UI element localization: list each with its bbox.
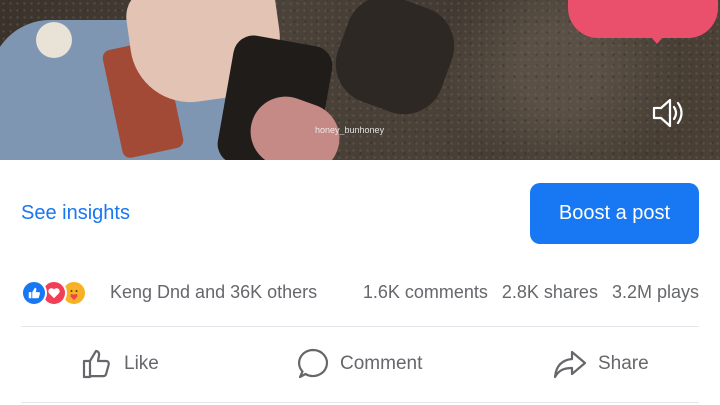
thumbs-up-icon: [82, 349, 110, 379]
plays-count: 3.2M plays: [611, 282, 699, 302]
share-label: Share: [598, 353, 649, 374]
share-button[interactable]: Share: [552, 344, 649, 384]
like-reaction-icon: [21, 280, 47, 306]
speaker-icon[interactable]: [648, 94, 686, 132]
like-label: Like: [124, 353, 159, 374]
share-arrow-icon: [553, 350, 587, 379]
comment-label: Comment: [340, 353, 423, 374]
shares-count[interactable]: 2.8K shares: [502, 282, 598, 303]
reaction-bubble-tail: [645, 30, 669, 44]
divider: [21, 326, 699, 327]
see-insights-link[interactable]: See insights: [21, 202, 130, 225]
reaction-people-text[interactable]: Keng Dnd and 36K others: [110, 282, 317, 303]
comments-count[interactable]: 1.6K comments: [363, 282, 488, 303]
post-video[interactable]: honey_bunhoney: [0, 0, 720, 160]
comment-bubble-icon: [298, 348, 329, 379]
reaction-icons[interactable]: [21, 278, 87, 308]
video-watermark: honey_bunhoney: [315, 125, 385, 135]
comment-button[interactable]: Comment: [296, 344, 422, 384]
post-stats: 1.6K comments 2.8K shares 3.2M plays: [363, 282, 699, 303]
boost-post-button[interactable]: Boost a post: [530, 183, 699, 244]
divider: [21, 402, 699, 403]
reaction-bubble: [568, 0, 718, 38]
video-white-object: [36, 22, 72, 58]
like-button[interactable]: Like: [80, 344, 159, 384]
